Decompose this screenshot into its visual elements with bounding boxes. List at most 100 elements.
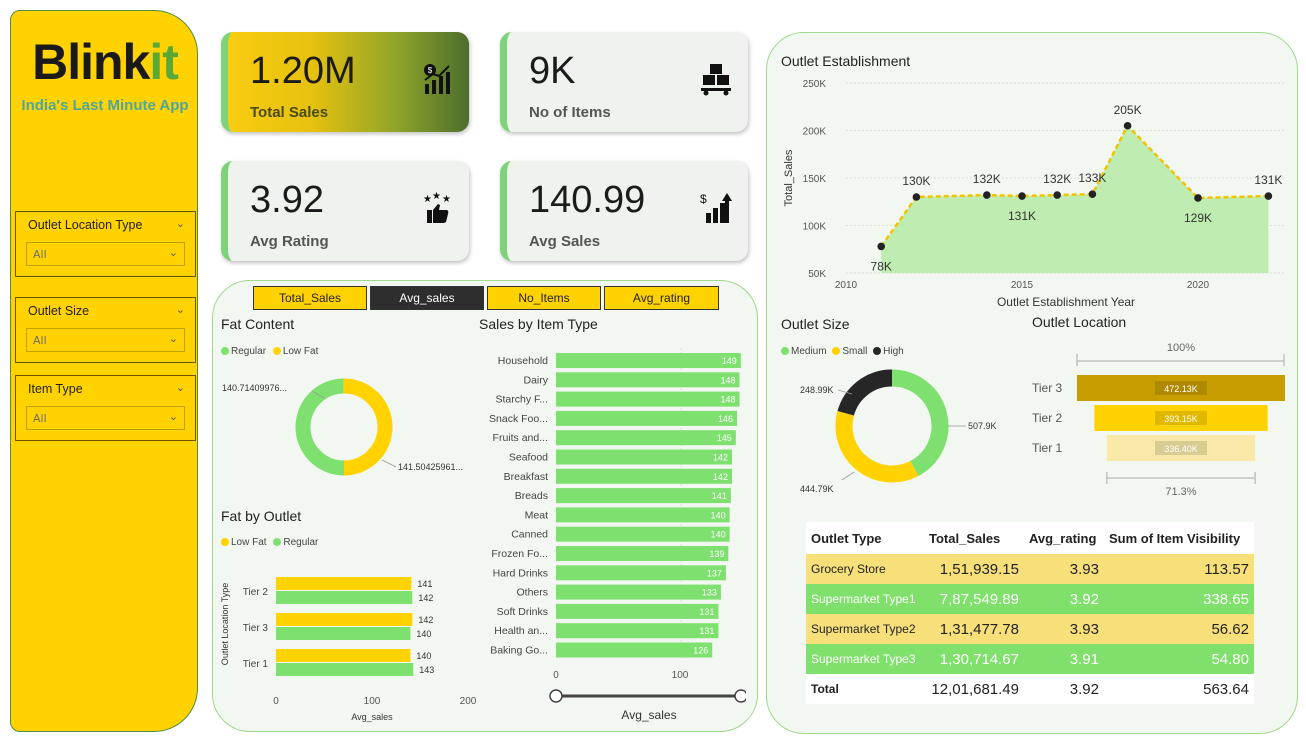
table-cell: Supermarket Type3	[806, 644, 924, 674]
table-header-row: Outlet Type Total_Sales Avg_rating Sum o…	[806, 522, 1254, 554]
data-label: 132K	[1043, 172, 1071, 186]
table-cell: 7,87,549.89	[924, 584, 1024, 614]
data-label: 133	[702, 588, 717, 598]
chevron-down-icon[interactable]: ⌄	[169, 332, 178, 345]
bar	[276, 577, 412, 590]
outlet-type-table: Outlet Type Total_Sales Avg_rating Sum o…	[806, 522, 1254, 704]
range-slider-handle	[549, 689, 563, 703]
data-point	[1264, 192, 1273, 200]
table-header[interactable]: Avg_rating	[1024, 522, 1104, 554]
tick-label: 0	[273, 696, 279, 707]
table-cell: 3.92	[1024, 674, 1104, 704]
fat-content-title: Fat Content	[221, 316, 295, 332]
bar	[556, 546, 729, 561]
bar	[556, 642, 713, 658]
svg-text:★: ★	[432, 191, 441, 202]
tick-label: Starchy F...	[495, 394, 548, 406]
legend-label: Low Fat	[282, 346, 319, 357]
tick-label: Meat	[525, 509, 548, 521]
table-header[interactable]: Outlet Type	[806, 522, 924, 554]
tick-label: Hard Drinks	[493, 567, 548, 579]
tab-total-sales[interactable]: Total_Sales	[253, 286, 367, 310]
outlet-location-title: Outlet Location	[1032, 314, 1127, 330]
data-label: 140	[416, 629, 431, 639]
tick-label: 200	[460, 696, 476, 707]
data-label: 143	[419, 665, 434, 675]
table-cell: 3.93	[1024, 614, 1104, 644]
legend-dot-regular	[273, 538, 282, 546]
data-label: 129K	[1184, 211, 1212, 225]
legend-label: Low Fat	[231, 537, 267, 548]
thumbs-up-stars-icon: ★ ★ ★	[423, 191, 451, 223]
table-cell: 12,01,681.49	[924, 674, 1024, 704]
data-point	[1194, 194, 1202, 202]
outlet-size-title: Outlet Size	[781, 316, 850, 332]
tick-label: Breakfast	[504, 471, 548, 483]
donut-slice	[835, 411, 919, 483]
sales-by-item-chart: Household 149 Dairy 148 Starchy F... 148 Snack…	[489, 348, 746, 722]
kpi-value: 140.99	[529, 179, 646, 221]
data-label: 507.9K	[968, 421, 997, 431]
data-label: 444.79K	[800, 484, 834, 494]
slicer-title: Item Type	[28, 382, 83, 396]
table-header[interactable]: Total_Sales	[924, 522, 1024, 554]
data-label: 140	[711, 510, 726, 520]
table-cell: 113.57	[1104, 554, 1254, 584]
tick-label: Snack Foo...	[489, 413, 548, 425]
data-label: 140.71409976...	[222, 383, 287, 393]
table-cell: 1,51,939.15	[924, 554, 1024, 584]
fat-content-legend: Regular Low Fat	[221, 346, 318, 357]
data-label: 131	[699, 607, 714, 617]
legend-label: High	[883, 346, 904, 357]
data-label: 78K	[871, 259, 892, 273]
boxes-icon	[701, 64, 731, 96]
legend-dot-medium	[781, 347, 789, 355]
data-label: 336.40K	[1164, 444, 1198, 454]
data-point	[983, 191, 991, 199]
brand-logo: Blinkit	[32, 34, 179, 90]
tick-label: Frozen Fo...	[491, 548, 548, 560]
fat-content-donut: 140.71409976... 141.50425961...	[222, 378, 463, 476]
tab-avg-rating[interactable]: Avg_rating	[604, 286, 719, 310]
slicer-dropdown[interactable]: All ⌄	[26, 242, 185, 266]
kpi-no-of-items: 9K No of Items	[500, 32, 748, 132]
data-label: 142	[418, 593, 433, 603]
legend-dot-lowfat	[221, 538, 229, 546]
bar	[556, 507, 730, 523]
svg-text:★: ★	[442, 194, 451, 205]
slicer-dropdown[interactable]: All ⌄	[26, 328, 185, 352]
bar	[556, 584, 721, 600]
data-label: 140	[711, 530, 726, 540]
tab-avg-sales[interactable]: Avg_sales	[370, 286, 484, 310]
kpi-label: Avg Sales	[529, 233, 601, 250]
kpi-avg-sales: 140.99 Avg Sales $	[500, 161, 748, 261]
data-label: 137	[707, 568, 722, 578]
bar	[276, 649, 411, 662]
outlet-size-donut: 507.9K 444.79K 248.99K	[800, 369, 997, 494]
legend-dot-regular	[221, 347, 229, 355]
data-point	[1053, 191, 1061, 199]
bar	[556, 623, 719, 639]
kpi-total-sales: 1.20M Total Sales $	[221, 32, 469, 132]
chevron-down-icon[interactable]: ⌄	[169, 246, 178, 259]
table-total-row: Total 12,01,681.49 3.92 563.64	[806, 674, 1254, 704]
bar	[276, 627, 411, 640]
tick-label: 250K	[803, 79, 827, 90]
table-row: Supermarket Type2 1,31,477.78 3.93 56.62	[806, 614, 1254, 644]
slicer-dropdown[interactable]: All ⌄	[26, 406, 185, 430]
sidebar: Blinkit India's Last Minute App Outlet L…	[10, 10, 198, 732]
tick-label: Breads	[515, 490, 548, 502]
chevron-down-icon[interactable]: ⌄	[169, 410, 178, 423]
funnel-category-label: Tier 1	[1032, 441, 1063, 455]
table-cell: Total	[806, 674, 924, 704]
brand-tagline: India's Last Minute App	[21, 97, 189, 114]
table-row: Grocery Store 1,51,939.15 3.93 113.57	[806, 554, 1254, 584]
chevron-up-icon[interactable]: ⌄	[176, 381, 185, 394]
table-header[interactable]: Sum of Item Visibility	[1104, 522, 1254, 554]
chevron-up-icon[interactable]: ⌄	[176, 217, 185, 230]
tab-no-items[interactable]: No_Items	[487, 286, 601, 310]
svg-text:$: $	[700, 192, 707, 206]
tick-label: 100K	[803, 222, 827, 233]
chevron-up-icon[interactable]: ⌄	[176, 303, 185, 316]
tick-label: Baking Go...	[490, 645, 548, 657]
